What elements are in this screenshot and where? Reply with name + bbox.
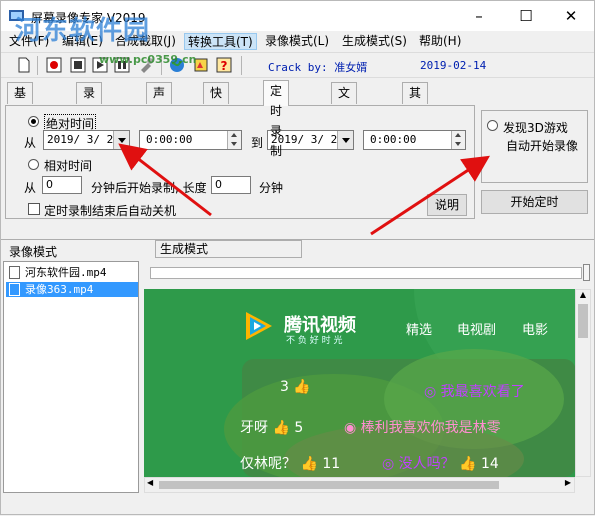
scroll-thumb[interactable] bbox=[159, 481, 499, 489]
danmaku-text: ◉ 棒利我喜欢你我是林零 bbox=[344, 420, 501, 436]
scroll-thumb[interactable] bbox=[578, 304, 588, 338]
progress-handle[interactable] bbox=[583, 264, 590, 281]
main-window: 屏幕录像专家 V2019 – ☐ ✕ 文件(F) 编辑(E) 合成截取(J) 转… bbox=[0, 0, 595, 515]
danmaku-count: 3 👍 bbox=[280, 379, 311, 395]
scroll-left-icon[interactable]: ◀ bbox=[147, 478, 153, 487]
nav-featured[interactable]: 精选 bbox=[406, 319, 432, 338]
generate-mode-section[interactable]: 生成模式 bbox=[155, 240, 302, 258]
scroll-up-icon[interactable]: ▲ bbox=[578, 290, 588, 302]
video-preview: 腾讯视频 不 负 好 时 光 精选 电视剧 电影 3 👍 ◎ 我最喜欢看了 牙呀… bbox=[144, 289, 575, 477]
record-mode-section[interactable]: 录像模式 bbox=[9, 243, 57, 260]
tab-timed-record[interactable]: 定时录制 bbox=[263, 80, 290, 158]
danmaku-text: ◎ 我最喜欢看了 bbox=[424, 384, 525, 400]
section-bar: 录像模式 生成模式 bbox=[1, 239, 594, 259]
tencent-video-logo-icon bbox=[246, 312, 272, 340]
list-item[interactable]: 河东软件园.mp4 bbox=[6, 265, 138, 280]
nav-tv-series[interactable]: 电视剧 bbox=[457, 319, 496, 338]
danmaku-text: 仅林呢？ 👍 11 bbox=[240, 456, 341, 472]
preview-vertical-scrollbar[interactable]: ▲ bbox=[575, 289, 591, 477]
danmaku-text: 牙呀 👍 5 bbox=[240, 420, 304, 436]
nav-movies[interactable]: 电影 bbox=[522, 319, 548, 338]
file-icon bbox=[9, 283, 20, 296]
preview-horizontal-scrollbar[interactable]: ◀ ▶ bbox=[144, 477, 575, 493]
brand-slogan: 不 负 好 时 光 bbox=[286, 336, 343, 346]
scroll-right-icon[interactable]: ▶ bbox=[565, 478, 571, 487]
file-list: 河东软件园.mp4 录像363.mp4 bbox=[3, 261, 139, 493]
playback-progress[interactable] bbox=[150, 267, 582, 279]
status-bar bbox=[1, 495, 594, 514]
danmaku-text: ◎ 没人吗？ 👍 14 bbox=[382, 456, 499, 472]
list-item[interactable]: 录像363.mp4 bbox=[6, 282, 138, 297]
file-icon bbox=[9, 266, 20, 279]
